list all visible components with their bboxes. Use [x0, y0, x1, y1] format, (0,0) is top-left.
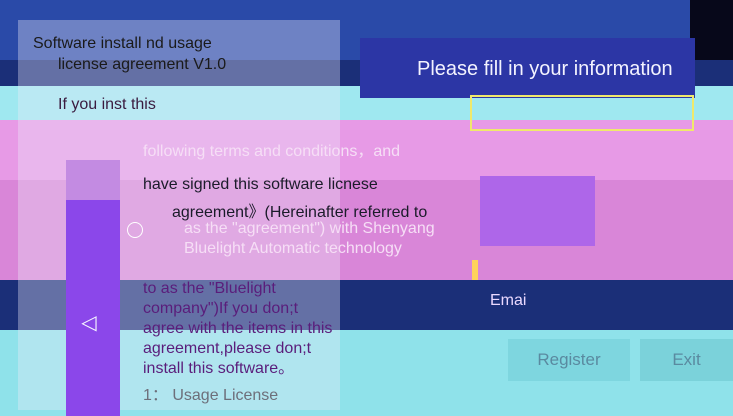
- field-marker: [472, 260, 478, 280]
- background-corner: [690, 0, 733, 60]
- agreement-text-line: If you inst this: [58, 96, 156, 113]
- form-field-block[interactable]: [480, 176, 595, 246]
- agreement-title-line1: Software install nd usage: [33, 35, 212, 52]
- agreement-text-line: have signed this software licnese: [143, 176, 378, 193]
- email-label: Emai: [490, 292, 527, 309]
- exit-button[interactable]: Exit: [640, 339, 733, 381]
- agreement-paragraph: to as the "Bluelight company")If you don…: [143, 280, 333, 377]
- agreement-text-line: agreement》(Hereinafter referred to: [172, 204, 428, 221]
- home-circle-icon: [127, 222, 143, 238]
- back-triangle-icon: ◁: [81, 311, 97, 334]
- back-button[interactable]: ◁: [74, 307, 104, 337]
- home-button[interactable]: [110, 210, 160, 250]
- agreement-title-line2: license agreement V1.0: [58, 56, 227, 73]
- navigation-bar-top: [66, 160, 120, 200]
- register-button[interactable]: Register: [508, 339, 630, 381]
- usage-license-heading: 1： Usage License: [143, 387, 279, 404]
- info-panel-title: Please fill in your information: [417, 58, 673, 80]
- name-input[interactable]: [470, 95, 694, 131]
- agreement-text-line: as the "agreement") with Shenyang: [184, 220, 435, 237]
- agreement-text-line: Bluelight Automatic technology: [184, 240, 402, 257]
- agreement-text-line: following terms and conditions，and: [143, 143, 401, 160]
